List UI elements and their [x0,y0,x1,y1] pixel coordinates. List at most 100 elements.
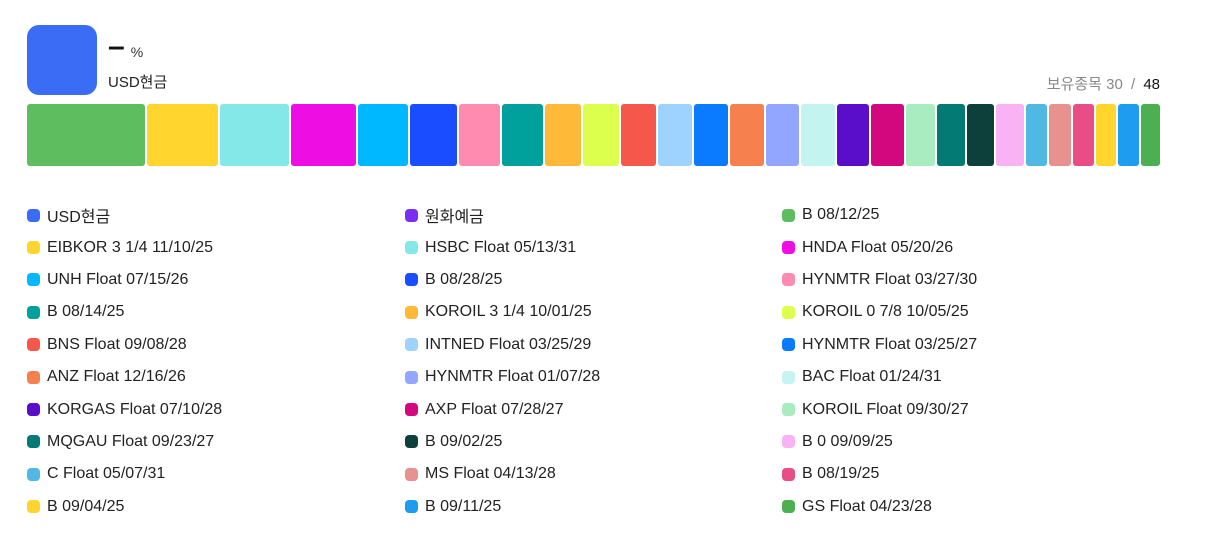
legend-label: ANZ Float 12/16/26 [47,368,186,386]
legend-label: BNS Float 09/08/28 [47,335,187,353]
allocation-bar-segment[interactable] [996,104,1024,166]
legend-color-dot [27,467,40,481]
legend-label: HNDA Float 05/20/26 [802,238,954,256]
legend-item[interactable]: MS Float 04/13/28 [405,458,782,490]
legend-item[interactable]: ANZ Float 12/16/26 [27,361,405,393]
allocation-bar-segment[interactable] [1072,104,1094,166]
legend-color-dot [27,241,40,255]
legend-item[interactable]: B 08/19/25 [782,458,1187,490]
legend-item[interactable]: B 08/28/25 [405,264,782,296]
legend-label: 원화예금 [425,209,484,227]
legend-item[interactable]: B 08/12/25 [782,199,1187,231]
legend-item[interactable]: BAC Float 01/24/31 [782,361,1187,393]
selected-asset-name: USD현금 [108,74,168,91]
legend-label: HYNMTR Float 01/07/28 [425,368,601,386]
allocation-bar-segment[interactable] [801,104,835,166]
legend-item[interactable]: HNDA Float 05/20/26 [782,231,1187,263]
allocation-legend: USD현금 원화예금 B 08/12/25 EIBKOR 3 1/4 11/10/25… [27,199,1187,523]
legend-label: B 09/02/25 [425,432,503,450]
allocation-bar-segment[interactable] [657,104,693,166]
legend-color-dot [782,403,795,417]
allocation-bar-segment[interactable] [694,104,728,166]
legend-item[interactable]: AXP Float 07/28/27 [405,393,782,425]
allocation-bar-segment[interactable] [357,104,408,166]
legend-label: C Float 05/07/31 [47,465,166,483]
allocation-bar-segment[interactable] [1095,104,1117,166]
legend-item[interactable]: B 08/14/25 [27,296,405,328]
legend-label: KORGAS Float 07/10/28 [47,400,223,418]
legend-item[interactable]: HYNMTR Float 03/27/30 [782,264,1187,296]
legend-item[interactable]: C Float 05/07/31 [27,458,405,490]
legend-item[interactable]: INTNED Float 03/25/29 [405,329,782,361]
legend-color-dot [405,370,418,384]
legend-item[interactable]: MQGAU Float 09/23/27 [27,426,405,458]
legend-item[interactable]: 원화예금 [405,199,782,231]
allocation-bar-segment[interactable] [937,104,965,166]
allocation-bar-segment[interactable] [1049,104,1071,166]
legend-item[interactable]: UNH Float 07/15/26 [27,264,405,296]
legend-label: BAC Float 01/24/31 [802,368,942,386]
legend-color-dot [782,241,795,255]
legend-color-dot [782,338,795,352]
legend-color-dot [782,500,795,514]
legend-color-dot [405,241,418,255]
legend-item[interactable]: USD현금 [27,199,405,231]
allocation-bar-segment[interactable] [621,104,656,166]
allocation-bar-segment[interactable] [765,104,800,166]
allocation-bar-segment[interactable] [583,104,620,166]
allocation-bar-segment[interactable] [544,104,582,166]
legend-item[interactable]: B 0 09/09/25 [782,426,1187,458]
allocation-bar-segment[interactable] [871,104,904,166]
legend-label: B 08/19/25 [802,465,880,483]
legend-color-dot [27,435,40,449]
legend-label: HSBC Float 05/13/31 [425,238,577,256]
allocation-bar-segment[interactable] [220,104,289,166]
allocation-bar-segment[interactable] [27,104,146,166]
legend-label: INTNED Float 03/25/29 [425,335,592,353]
legend-item[interactable]: KOROIL Float 09/30/27 [782,393,1187,425]
allocation-bar-segment[interactable] [1140,104,1160,166]
allocation-bar-segment[interactable] [1118,104,1139,166]
holdings-held: 30 [1106,76,1123,93]
holdings-label: 보유종목 [1046,76,1102,93]
legend-color-dot [27,500,40,514]
holdings-count: 보유종목 30 / 48 [1047,73,1160,94]
legend-item[interactable]: KOROIL 0 7/8 10/05/25 [782,296,1187,328]
allocation-bar-segment[interactable] [502,104,543,166]
legend-item[interactable]: HYNMTR Float 01/07/28 [405,361,782,393]
allocation-bar-segment[interactable] [836,104,870,166]
legend-color-dot [27,403,40,417]
legend-label: B 09/04/25 [47,497,125,515]
percent-unit: % [130,44,144,60]
legend-label: GS Float 04/23/28 [802,497,932,515]
legend-item[interactable]: KOROIL 3 1/4 10/01/25 [405,296,782,328]
legend-label: AXP Float 07/28/27 [425,400,564,418]
legend-color-dot [782,435,795,449]
legend-color-dot [782,273,795,287]
legend-label: MQGAU Float 09/23/27 [47,432,215,450]
allocation-bar-segment[interactable] [290,104,356,166]
legend-color-dot [27,208,40,222]
legend-color-dot [27,338,40,352]
legend-item[interactable]: B 09/11/25 [405,491,782,523]
legend-item[interactable]: GS Float 04/23/28 [782,491,1187,523]
allocation-bar-segment[interactable] [905,104,936,166]
legend-color-dot [405,467,418,481]
legend-item[interactable]: HSBC Float 05/13/31 [405,231,782,263]
allocation-bar-segment[interactable] [459,104,501,166]
legend-item[interactable]: BNS Float 09/08/28 [27,329,405,361]
allocation-bar-segment[interactable] [1025,104,1048,166]
legend-item[interactable]: EIBKOR 3 1/4 11/10/25 [27,231,405,263]
legend-color-dot [27,305,40,319]
legend-item[interactable]: B 09/02/25 [405,426,782,458]
legend-color-dot [405,338,418,352]
legend-item[interactable]: B 09/04/25 [27,491,405,523]
legend-item[interactable]: HYNMTR Float 03/25/27 [782,329,1187,361]
allocation-bar-segment[interactable] [966,104,995,166]
legend-color-dot [405,403,418,417]
allocation-bar-segment[interactable] [147,104,219,166]
legend-item[interactable]: KORGAS Float 07/10/28 [27,393,405,425]
allocation-bar-segment[interactable] [409,104,458,166]
legend-color-dot [405,208,418,222]
allocation-bar-segment[interactable] [729,104,764,166]
